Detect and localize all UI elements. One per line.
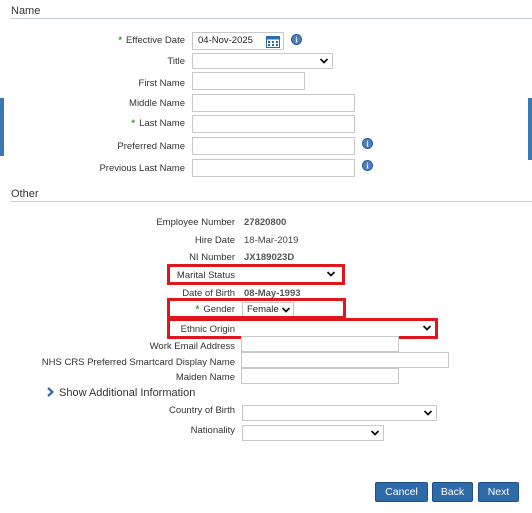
employee-number-value: 27820800 (244, 217, 287, 228)
required-marker: * (131, 118, 136, 129)
section-title-name: Name (11, 5, 41, 17)
section-divider-other (10, 201, 532, 202)
calendar-icon[interactable] (266, 35, 280, 48)
info-icon[interactable]: i (362, 160, 373, 171)
section-title-other: Other (11, 188, 39, 200)
nationality-select[interactable] (242, 425, 384, 441)
maiden-name-label: Maiden Name (175, 372, 235, 383)
chevron-down-icon (320, 58, 328, 64)
previous-last-name-input[interactable] (192, 159, 355, 177)
nhs-crs-name-input[interactable] (241, 352, 449, 368)
nationality-label: Nationality (190, 425, 235, 436)
chevron-down-icon (424, 410, 432, 416)
ni-number-value: JX189023D (244, 252, 295, 263)
middle-name-label: Middle Name (129, 98, 185, 109)
title-label: Title (167, 56, 185, 67)
info-icon[interactable]: i (291, 34, 302, 45)
first-name-input[interactable] (192, 72, 305, 90)
last-name-input[interactable] (192, 115, 355, 133)
country-of-birth-select[interactable] (242, 405, 437, 421)
first-name-label: First Name (138, 78, 185, 89)
employee-number-label: Employee Number (156, 217, 235, 228)
required-marker: * (118, 35, 123, 46)
last-name-label: * Last Name (131, 118, 185, 129)
chevron-down-icon (371, 430, 379, 436)
preferred-name-label: Preferred Name (117, 141, 185, 152)
hire-date-value: 18-Mar-2019 (244, 235, 299, 246)
title-select[interactable] (192, 53, 333, 69)
info-icon[interactable]: i (362, 138, 373, 149)
previous-last-name-label: Previous Last Name (99, 163, 185, 174)
hire-date-label: Hire Date (194, 235, 235, 246)
left-edge-marker (0, 98, 4, 156)
gender-highlight (167, 298, 346, 319)
preferred-name-input[interactable] (192, 137, 355, 155)
middle-name-input[interactable] (192, 94, 355, 112)
work-email-label: Work Email Address (149, 341, 235, 352)
marital-status-highlight (167, 264, 345, 285)
chevron-right-icon (47, 387, 55, 397)
maiden-name-input[interactable] (241, 368, 399, 384)
section-divider-name (10, 18, 532, 19)
work-email-input[interactable] (241, 336, 399, 352)
country-of-birth-label: Country of Birth (169, 405, 235, 416)
next-button[interactable]: Next (478, 482, 519, 502)
back-button[interactable]: Back (432, 482, 473, 502)
effective-date-label: * Effective Date (118, 35, 185, 46)
show-additional-info-toggle[interactable]: Show Additional Information (46, 387, 195, 399)
ni-number-label: NI Number (189, 252, 235, 263)
cancel-button[interactable]: Cancel (375, 482, 428, 502)
nhs-crs-name-label: NHS CRS Preferred Smartcard Display Name (41, 357, 235, 368)
right-edge-marker (528, 98, 532, 160)
